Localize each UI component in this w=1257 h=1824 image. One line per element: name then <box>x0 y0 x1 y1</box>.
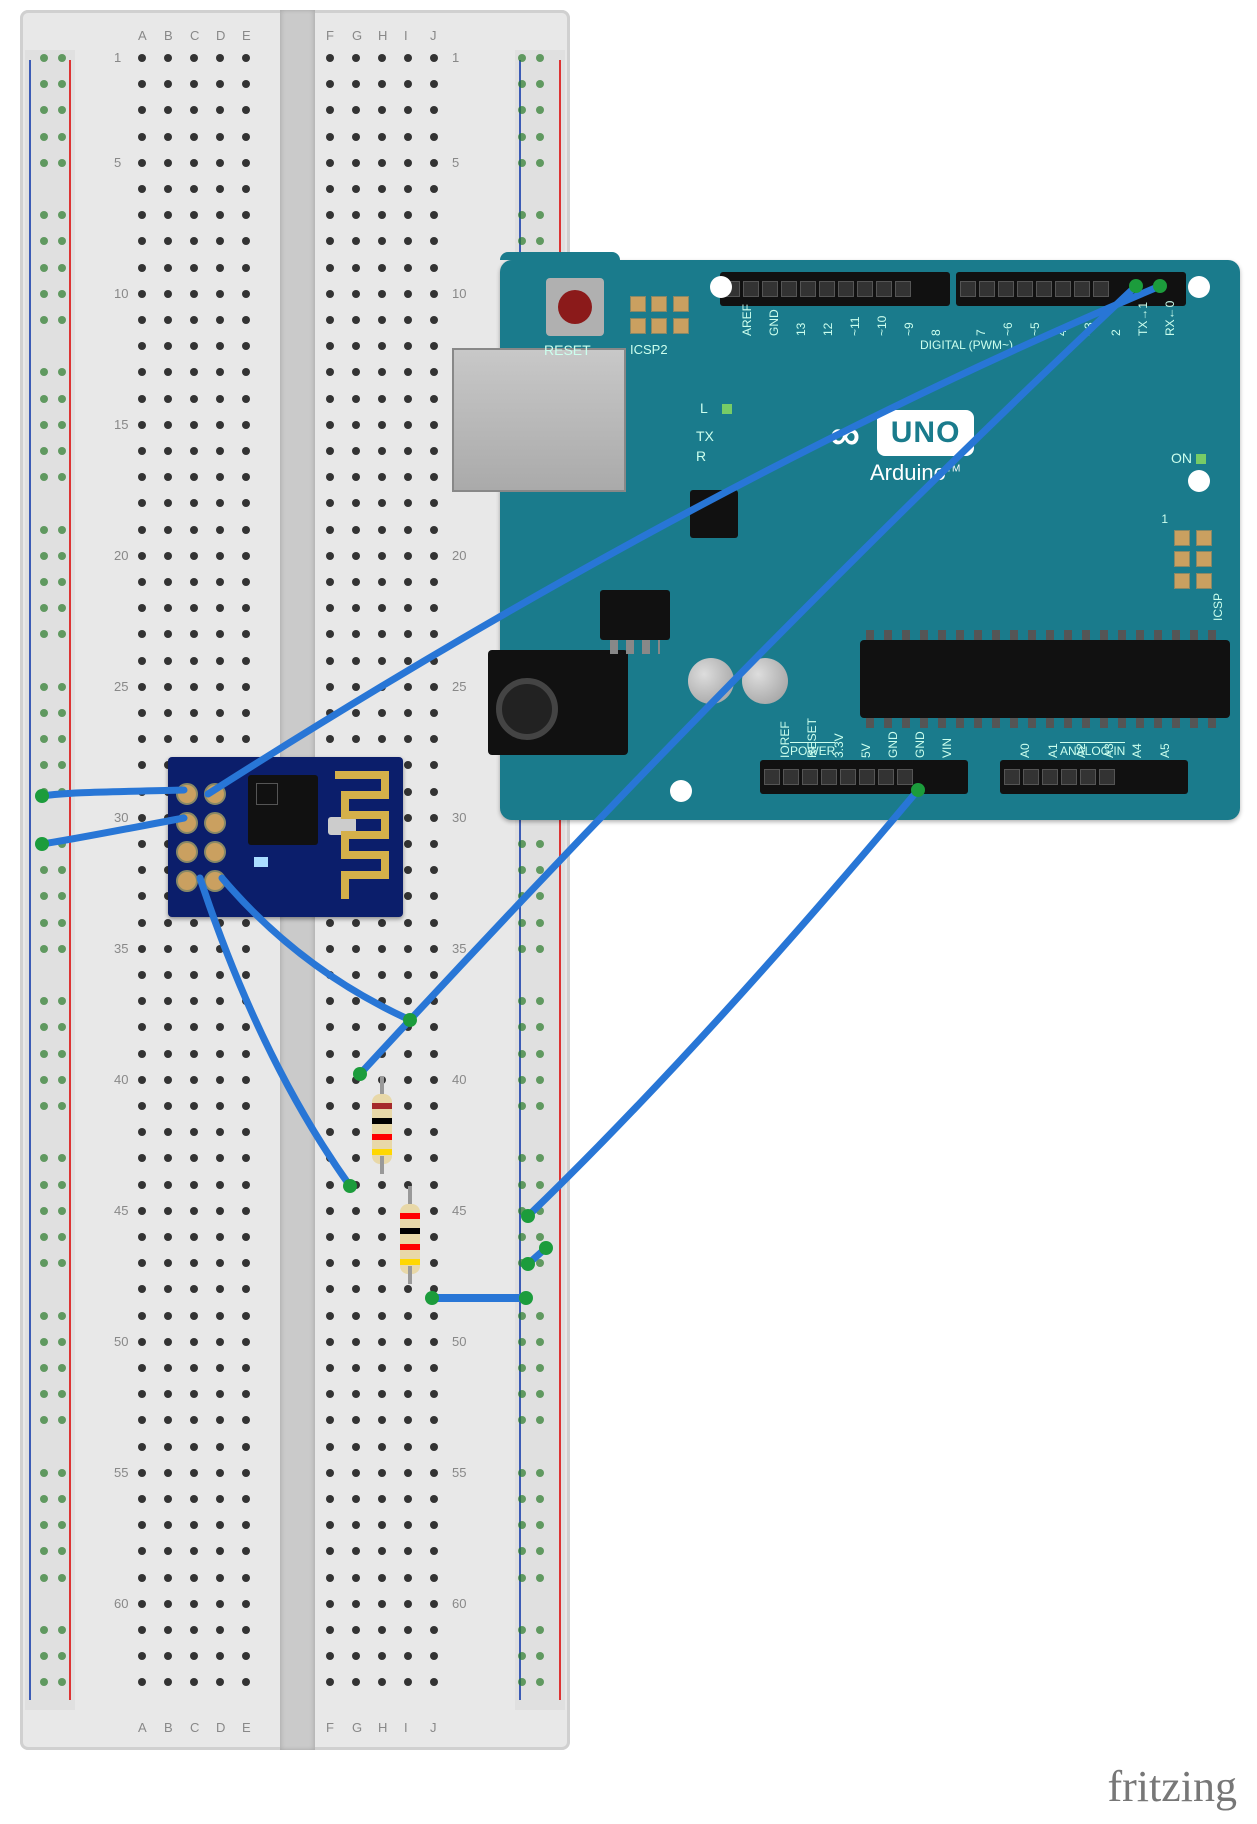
led-l-label: L <box>700 400 708 416</box>
fritzing-diagram: A B C D E F G H I J A B C D E F G H I J … <box>0 0 1257 1824</box>
resistor-r1 <box>370 1080 394 1170</box>
mounting-hole <box>1188 470 1210 492</box>
usb-port <box>452 348 626 492</box>
rail-line-pos <box>69 60 71 1700</box>
led-rx-label: R <box>696 448 706 464</box>
analog-header[interactable] <box>1000 760 1188 794</box>
resistor-r2 <box>398 1190 422 1280</box>
uno-badge: UNO <box>877 410 975 456</box>
digital-pwm-label: DIGITAL (PWM~) <box>920 338 1013 352</box>
icsp2-label: ICSP2 <box>630 342 668 357</box>
rail-line-neg <box>29 60 31 1700</box>
icsp-pin1-label: 1 <box>1161 512 1168 526</box>
led-tx-label: TX <box>696 428 714 444</box>
led-on <box>1196 454 1206 464</box>
jumper-gnd-short <box>432 1294 526 1302</box>
mounting-hole <box>670 780 692 802</box>
power-rail-left <box>25 50 75 1710</box>
icsp-header <box>1172 530 1212 590</box>
esp-pin-header[interactable] <box>176 783 226 893</box>
power-header[interactable] <box>760 760 968 794</box>
capacitor <box>688 658 734 704</box>
esp-rf-shield <box>248 775 318 845</box>
atmega328p-chip <box>860 640 1230 718</box>
voltage-regulator <box>600 590 670 640</box>
fritzing-watermark: fritzing <box>1107 1761 1237 1812</box>
digital-header-right[interactable] <box>956 272 1186 306</box>
reset-button[interactable] <box>546 278 604 336</box>
arduino-logo: ∞ UNO <box>830 410 974 459</box>
mounting-hole <box>710 276 732 298</box>
reset-label: RESET <box>544 342 591 358</box>
esp-pcb-antenna <box>325 765 395 909</box>
esp-status-led <box>254 857 268 867</box>
arduino-uno: RESET ICSP2 AREFGND1312~11~10~98 7~6~54~… <box>500 260 1240 820</box>
led-on-label: ON <box>1171 450 1192 466</box>
digital-header-left[interactable] <box>720 272 950 306</box>
icsp-label: ICSP <box>1211 593 1225 621</box>
esp8266-module <box>168 757 403 917</box>
dc-barrel-jack <box>488 650 628 755</box>
wire-arduino-gnd-to-rail <box>528 790 918 1216</box>
mounting-hole <box>1188 276 1210 298</box>
icsp2-header <box>630 296 690 336</box>
arduino-wordmark: ArduinoTM <box>870 460 960 486</box>
capacitor <box>742 658 788 704</box>
infinity-icon: ∞ <box>830 411 854 459</box>
smd-chip <box>690 490 738 538</box>
led-l <box>722 404 732 414</box>
